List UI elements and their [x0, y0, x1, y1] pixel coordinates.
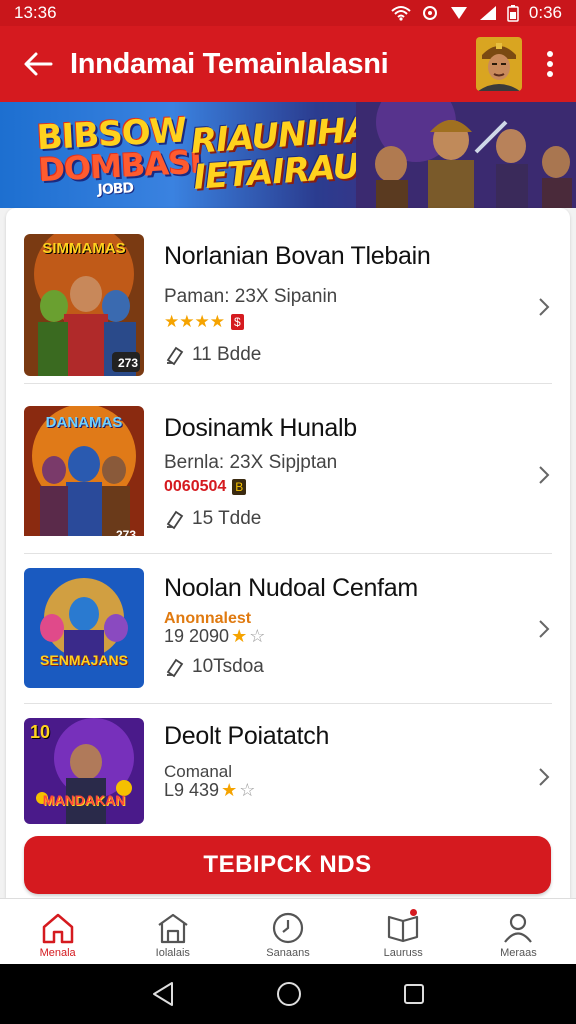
list-item[interactable]: DANAMAS 273 Dosinamk Hunalb Bernla: 23X …	[6, 394, 570, 554]
home-circle-icon[interactable]	[275, 980, 303, 1008]
divider	[24, 383, 552, 384]
primary-action-button[interactable]: TEBIPCK NDS	[24, 836, 551, 894]
chevron-right-icon[interactable]	[534, 292, 554, 322]
download-icon	[166, 510, 184, 530]
thumbnail-badge: 10	[30, 722, 51, 742]
game-rating: 0060504 B	[164, 478, 247, 496]
game-rating: 19 2090 ★ ☆	[164, 626, 265, 647]
status-bar: 13:36 0:36	[0, 0, 576, 26]
home-icon	[42, 913, 73, 944]
nav-label: Lauruss	[383, 947, 423, 957]
star-icon: ★	[231, 626, 248, 646]
chevron-right-icon[interactable]	[534, 614, 554, 644]
wifi-icon	[391, 6, 411, 21]
game-thumbnail: DANAMAS 273	[24, 406, 144, 548]
game-title: Noolan Nudoal Cenfam	[164, 574, 418, 602]
list-item[interactable]: SIMMAMAS 273 Norlanian Bovan Tlebain Pam…	[6, 224, 570, 384]
avatar[interactable]	[476, 37, 522, 91]
game-thumbnail: 10 MANDAKAN	[24, 718, 144, 824]
game-rating: L9 439 ★ ☆	[164, 780, 255, 801]
nav-label: Menala	[39, 947, 76, 957]
nav-label: Meraas	[500, 947, 537, 957]
nav-item-store[interactable]: Iolalais	[115, 899, 230, 965]
price-badge: $	[230, 314, 244, 330]
game-subtitle: Comanal	[164, 762, 233, 781]
nav-item-clock[interactable]: Sanaans	[230, 899, 345, 965]
game-subtitle: Paman: 23X Sipanin	[164, 286, 338, 307]
game-subtitle: Bernla: 23X Sipjptan	[164, 452, 338, 473]
downloads-count: 10Tsdoa	[192, 656, 264, 677]
star-icon: ★	[221, 780, 238, 800]
game-list: SIMMAMAS 273 Norlanian Bovan Tlebain Pam…	[6, 208, 570, 898]
rating-value: L9 439	[164, 780, 220, 800]
star-outline-icon: ☆	[249, 626, 266, 646]
game-downloads: 10Tsdoa	[164, 656, 264, 678]
thumbnail-badge: 273	[115, 528, 136, 542]
bottom-nav: Menala Iolalais Sanaans Lauruss Meraas	[0, 898, 576, 965]
game-title: Dosinamk Hunalb	[164, 414, 357, 442]
nav-item-profile[interactable]: Meraas	[461, 899, 576, 965]
star-outline-icon: ☆	[239, 780, 256, 800]
list-item[interactable]: SENMAJANS Noolan Nudoal Cenfam Anonnales…	[6, 554, 570, 714]
game-rating: ★★★★ $	[164, 312, 244, 332]
thumbnail-title: MANDAKAN	[42, 792, 126, 808]
game-title: Norlanian Bovan Tlebain	[164, 242, 431, 270]
downloads-count: 15 Tdde	[192, 508, 262, 529]
profile-icon	[504, 913, 533, 943]
book-icon	[388, 915, 419, 943]
banner-heroes-art	[356, 102, 576, 208]
download-icon	[166, 658, 184, 678]
nav-label: Iolalais	[155, 947, 190, 957]
battery-icon	[507, 5, 519, 22]
thumbnail-title: SENMAJANS	[40, 652, 128, 668]
nav-item-home[interactable]: Menala	[0, 899, 115, 965]
clock-icon	[272, 912, 304, 944]
cell-signal-icon	[479, 6, 496, 20]
game-thumbnail: SENMAJANS	[24, 568, 144, 688]
store-icon	[158, 913, 188, 944]
thumbnail-badge: 273	[117, 356, 138, 370]
downloads-count: 11 Bdde	[192, 344, 262, 365]
more-vert-icon	[547, 51, 553, 77]
thumbnail-title: SIMMAMAS	[42, 240, 126, 257]
rating-text: 0060504	[164, 478, 227, 495]
arrow-left-icon	[24, 52, 53, 76]
rating-value: 19 2090	[164, 626, 230, 646]
thumbnail-title: DANAMAS	[45, 414, 123, 431]
status-time-right: 0:36	[528, 3, 562, 22]
system-nav-bar	[0, 964, 576, 1024]
back-button[interactable]	[12, 38, 64, 90]
category-badge: B	[232, 479, 247, 495]
chevron-right-icon[interactable]	[534, 762, 554, 792]
banner-logo: BIBSOW DOMBASI JOBD	[36, 110, 203, 200]
settings-status-icon	[422, 6, 437, 20]
more-options-button[interactable]	[536, 38, 564, 90]
back-triangle-icon[interactable]	[150, 980, 176, 1008]
game-downloads: 15 Tdde	[164, 508, 261, 530]
status-icons: 0:36	[391, 3, 562, 23]
chevron-right-icon[interactable]	[534, 460, 554, 490]
list-item[interactable]: 10 MANDAKAN Deolt Poiatatch Comanal L9 4…	[6, 704, 570, 824]
recents-square-icon[interactable]	[402, 982, 426, 1006]
nav-label: Sanaans	[266, 947, 310, 957]
page-title: Inndamai Temainlalasni	[70, 47, 389, 80]
status-time-left: 13:36	[14, 3, 57, 22]
rating-stars: ★★★★	[164, 312, 225, 331]
app-bar: Inndamai Temainlalasni	[0, 26, 576, 102]
download-icon	[166, 346, 184, 366]
game-downloads: 11 Bdde	[164, 344, 261, 366]
promo-banner[interactable]: BIBSOW DOMBASI JOBD RIAUNIHARS IETAIRAU!	[0, 102, 576, 208]
notification-dot	[409, 909, 417, 916]
signal-icon	[450, 7, 467, 19]
game-thumbnail: SIMMAMAS 273	[24, 234, 144, 376]
nav-item-library[interactable]: Lauruss	[346, 899, 461, 965]
game-title: Deolt Poiatatch	[164, 722, 330, 750]
